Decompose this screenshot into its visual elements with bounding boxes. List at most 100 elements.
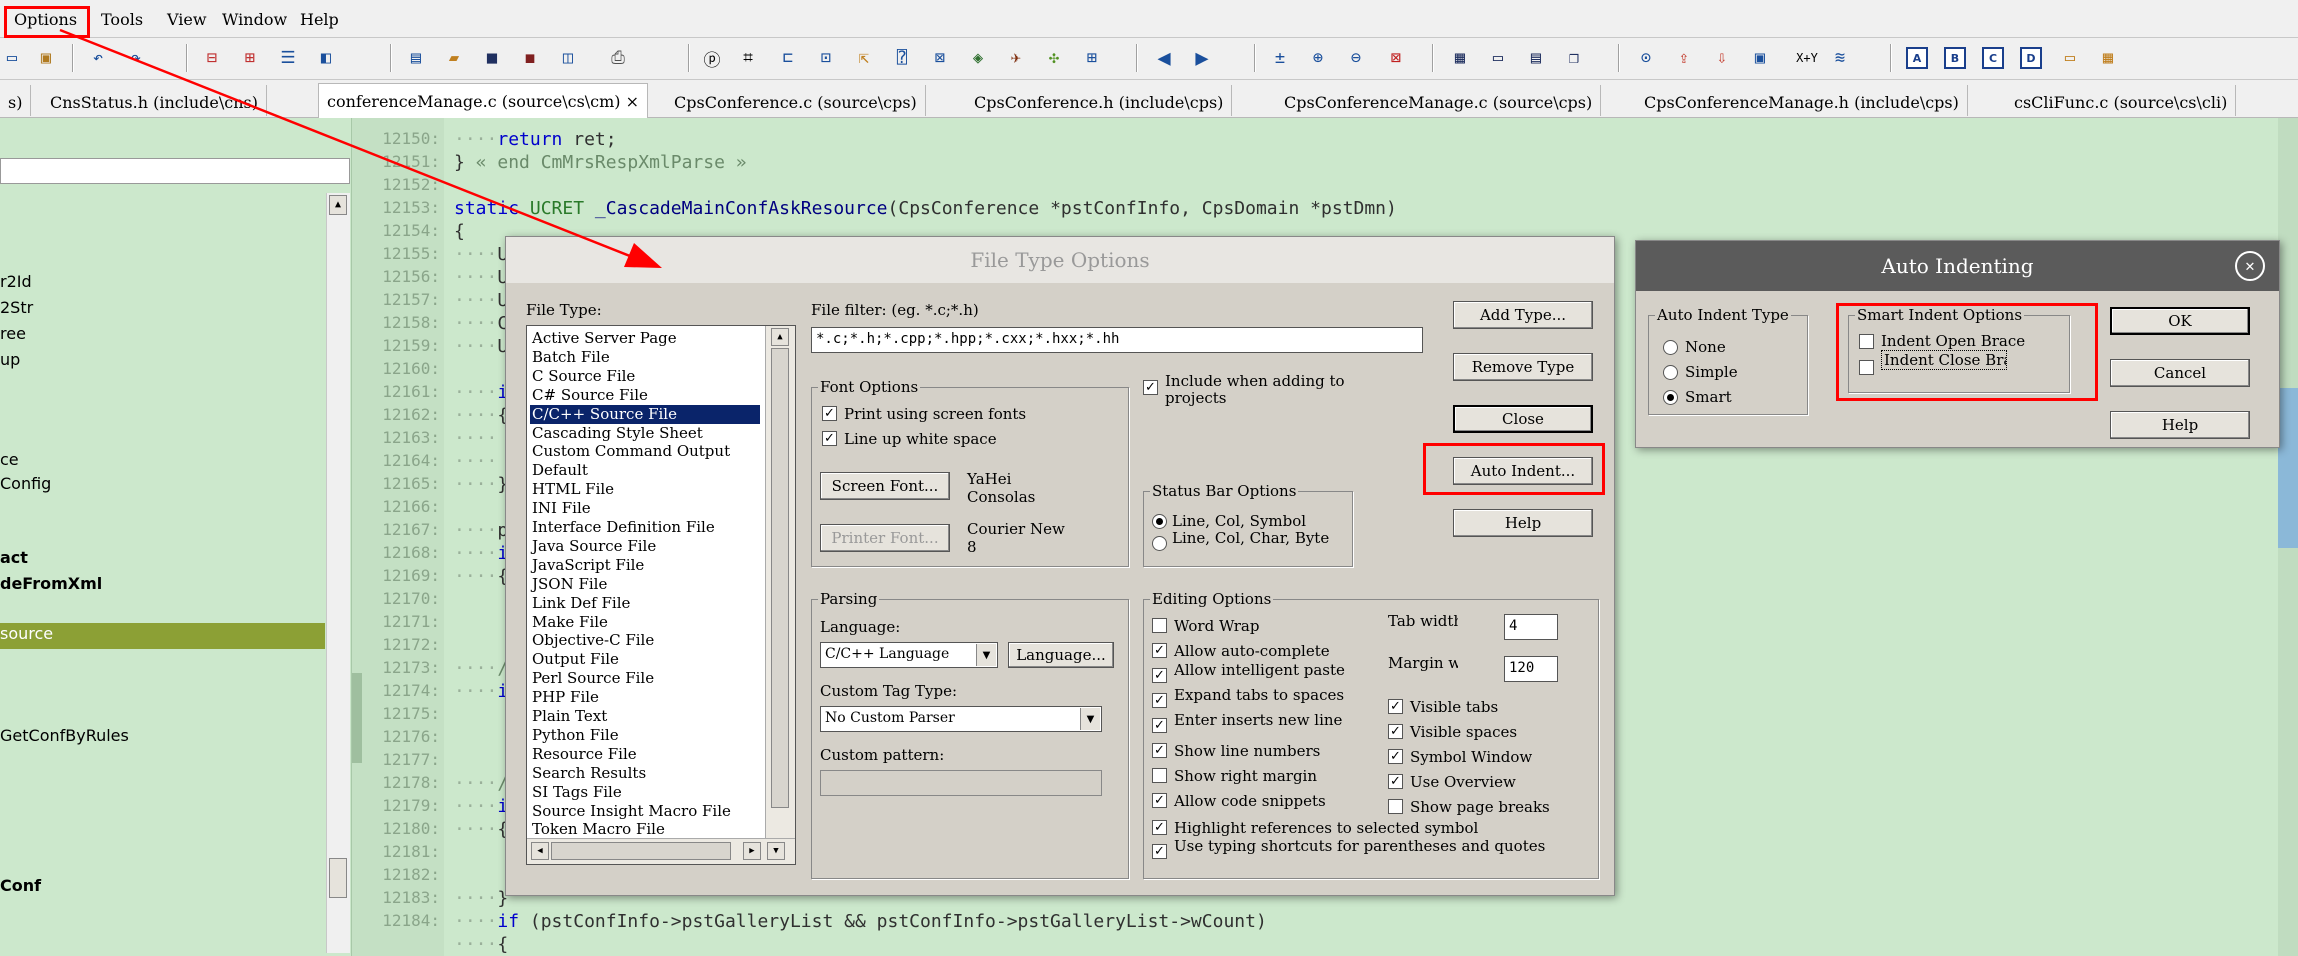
expand-tabs-checkbox[interactable]: ✓ — [1152, 693, 1167, 708]
margin-width-input[interactable]: 120 — [1504, 656, 1558, 682]
bookmark-list-icon[interactable]: ◧ — [314, 46, 338, 70]
tree-item[interactable]: r2Id — [0, 272, 32, 291]
status-byte-radio[interactable] — [1152, 536, 1167, 551]
calendar-icon[interactable]: ▦ — [2096, 46, 2120, 70]
tree-item[interactable]: GetConfByRules — [0, 726, 129, 745]
tab-item[interactable]: csCliFunc.c (source\cs\cli) — [2006, 85, 2237, 116]
tree-item[interactable]: ce — [0, 450, 19, 469]
screen-font-button[interactable]: Screen Font... — [820, 472, 950, 500]
intelligent-paste-checkbox[interactable]: ✓ — [1152, 668, 1167, 683]
typing-shortcuts-checkbox[interactable]: ✓ — [1152, 844, 1167, 859]
ok-button[interactable]: OK — [2110, 307, 2250, 335]
add-type-button[interactable]: Add Type... — [1453, 301, 1593, 329]
menu-tools[interactable]: Tools — [101, 10, 143, 29]
scroll-right-icon[interactable]: ▶ — [743, 842, 761, 860]
visible-tabs-checkbox[interactable]: ✓ — [1388, 699, 1403, 714]
tree-item[interactable]: 2Str — [0, 298, 33, 317]
tree-item[interactable]: Conf — [0, 876, 41, 895]
context-icon[interactable]: ⊏ — [776, 46, 800, 70]
xy-icon[interactable]: X+Y — [1790, 46, 1824, 70]
sync-icon[interactable]: ✣ — [1042, 46, 1066, 70]
scroll-left-icon[interactable]: ◀ — [531, 842, 549, 860]
redo-icon[interactable]: ↷ — [124, 46, 148, 70]
tree-scrollbar[interactable]: ▲ — [326, 193, 350, 953]
jump-icon[interactable]: ⇱ — [852, 46, 876, 70]
file-type-item[interactable]: HTML File — [530, 480, 760, 499]
file-type-item[interactable]: Search Results — [530, 764, 760, 783]
project-icon[interactable]: ⓟ — [700, 46, 724, 71]
folder-icon[interactable]: ▭ — [2058, 46, 2082, 70]
scroll-thumb[interactable] — [771, 348, 789, 808]
smart-radio[interactable] — [1663, 390, 1678, 405]
file-type-item[interactable]: Token Macro File — [530, 820, 760, 839]
custom-tag-select[interactable]: No Custom Parser ▼ — [820, 706, 1102, 732]
file-type-item[interactable]: Interface Definition File — [530, 518, 760, 537]
highlight-refs-checkbox[interactable]: ✓ — [1152, 820, 1167, 835]
tab-item[interactable]: s) — [0, 85, 32, 116]
scroll-up-icon[interactable]: ▲ — [771, 328, 789, 346]
help-button[interactable]: Help — [2110, 411, 2250, 439]
zoom-icon[interactable]: ⊙ — [1634, 46, 1658, 70]
tab-item[interactable]: CpsConferenceManage.c (source\cps) — [1276, 85, 1602, 116]
file-type-list[interactable]: Active Server Page Batch File C Source Fil… — [526, 325, 796, 865]
chevron-down-icon[interactable]: ▼ — [976, 644, 996, 666]
file-type-item[interactable]: Default — [530, 461, 760, 480]
outline-icon[interactable]: ☰ — [276, 46, 300, 70]
show-page-breaks-checkbox[interactable] — [1388, 799, 1403, 814]
file-type-item[interactable]: Batch File — [530, 348, 760, 367]
layout-icon[interactable]: ⊞ — [1080, 46, 1104, 70]
file-filter-input[interactable]: *.c;*.h;*.cpp;*.hpp;*.cxx;*.hxx;*.hh — [811, 327, 1423, 353]
scroll-thumb[interactable] — [551, 842, 731, 860]
none-radio[interactable] — [1663, 340, 1678, 355]
list-scrollbar[interactable]: ▲ — [765, 326, 795, 838]
save-all-icon[interactable]: ◼ — [518, 46, 542, 70]
add-lines-icon[interactable]: ⊕ — [1306, 46, 1330, 70]
paste-icon[interactable]: ▣ — [34, 46, 58, 70]
bookmark-next-icon[interactable]: ⊞ — [238, 46, 262, 70]
close-button[interactable]: Close — [1453, 405, 1593, 433]
bookmark-c-icon[interactable]: C — [1982, 47, 2004, 69]
status-symbol-radio[interactable] — [1152, 514, 1167, 529]
file-type-item[interactable]: Active Server Page — [530, 329, 760, 348]
tree-item[interactable]: deFromXml — [0, 574, 102, 593]
menu-view[interactable]: View — [167, 10, 207, 29]
file-type-item[interactable]: JSON File — [530, 575, 760, 594]
file-type-item[interactable]: Objective-C File — [530, 631, 760, 650]
print-icon[interactable]: ⎙ — [606, 46, 630, 70]
bookmark-a-icon[interactable]: A — [1906, 47, 1928, 69]
lookup-icon[interactable]: ◈ — [966, 46, 990, 70]
code-snippets-checkbox[interactable]: ✓ — [1152, 793, 1167, 808]
tab-item[interactable]: CpsConference.c (source\cps) — [666, 85, 926, 116]
symbol-window-checkbox[interactable]: ✓ — [1388, 749, 1403, 764]
include-when-adding-checkbox[interactable]: ✓ — [1143, 380, 1158, 395]
relation-icon[interactable]: ⌗ — [736, 46, 760, 70]
custom-pattern-input[interactable] — [820, 770, 1102, 796]
split-icon[interactable]: ▤ — [1524, 46, 1548, 70]
tree-item-selected[interactable]: source — [0, 624, 53, 643]
scroll-thumb[interactable] — [329, 858, 347, 898]
tree-item[interactable]: Config — [0, 474, 51, 493]
auto-complete-checkbox[interactable]: ✓ — [1152, 643, 1167, 658]
bookmark-d-icon[interactable]: D — [2020, 47, 2042, 69]
show-right-margin-checkbox[interactable] — [1152, 768, 1167, 783]
file-type-item[interactable]: INI File — [530, 499, 760, 518]
bookmark-b-icon[interactable]: B — [1944, 47, 1966, 69]
left-arrow-icon[interactable]: ◀ — [1152, 46, 1176, 71]
file-type-item[interactable]: Make File — [530, 613, 760, 632]
file-type-item[interactable]: Resource File — [530, 745, 760, 764]
grid-icon[interactable]: ▦ — [1448, 46, 1472, 70]
show-line-numbers-checkbox[interactable]: ✓ — [1152, 743, 1167, 758]
close-icon[interactable]: ✕ — [2235, 251, 2265, 281]
help-button[interactable]: Help — [1453, 509, 1593, 537]
file-type-item[interactable]: PHP File — [530, 688, 760, 707]
file-type-item[interactable]: Perl Source File — [530, 669, 760, 688]
delete-icon[interactable]: ⊠ — [1384, 46, 1408, 70]
query-icon[interactable]: ⍰ — [890, 46, 914, 70]
cancel-button[interactable]: Cancel — [2110, 359, 2250, 387]
chevron-down-icon[interactable]: ▼ — [1080, 708, 1100, 730]
file-type-item[interactable]: Cascading Style Sheet — [530, 424, 760, 443]
save-icon[interactable]: ■ — [480, 46, 504, 70]
open-icon[interactable]: ▰ — [442, 46, 466, 70]
language-button[interactable]: Language... — [1008, 642, 1114, 668]
file-type-item[interactable]: C# Source File — [530, 386, 760, 405]
